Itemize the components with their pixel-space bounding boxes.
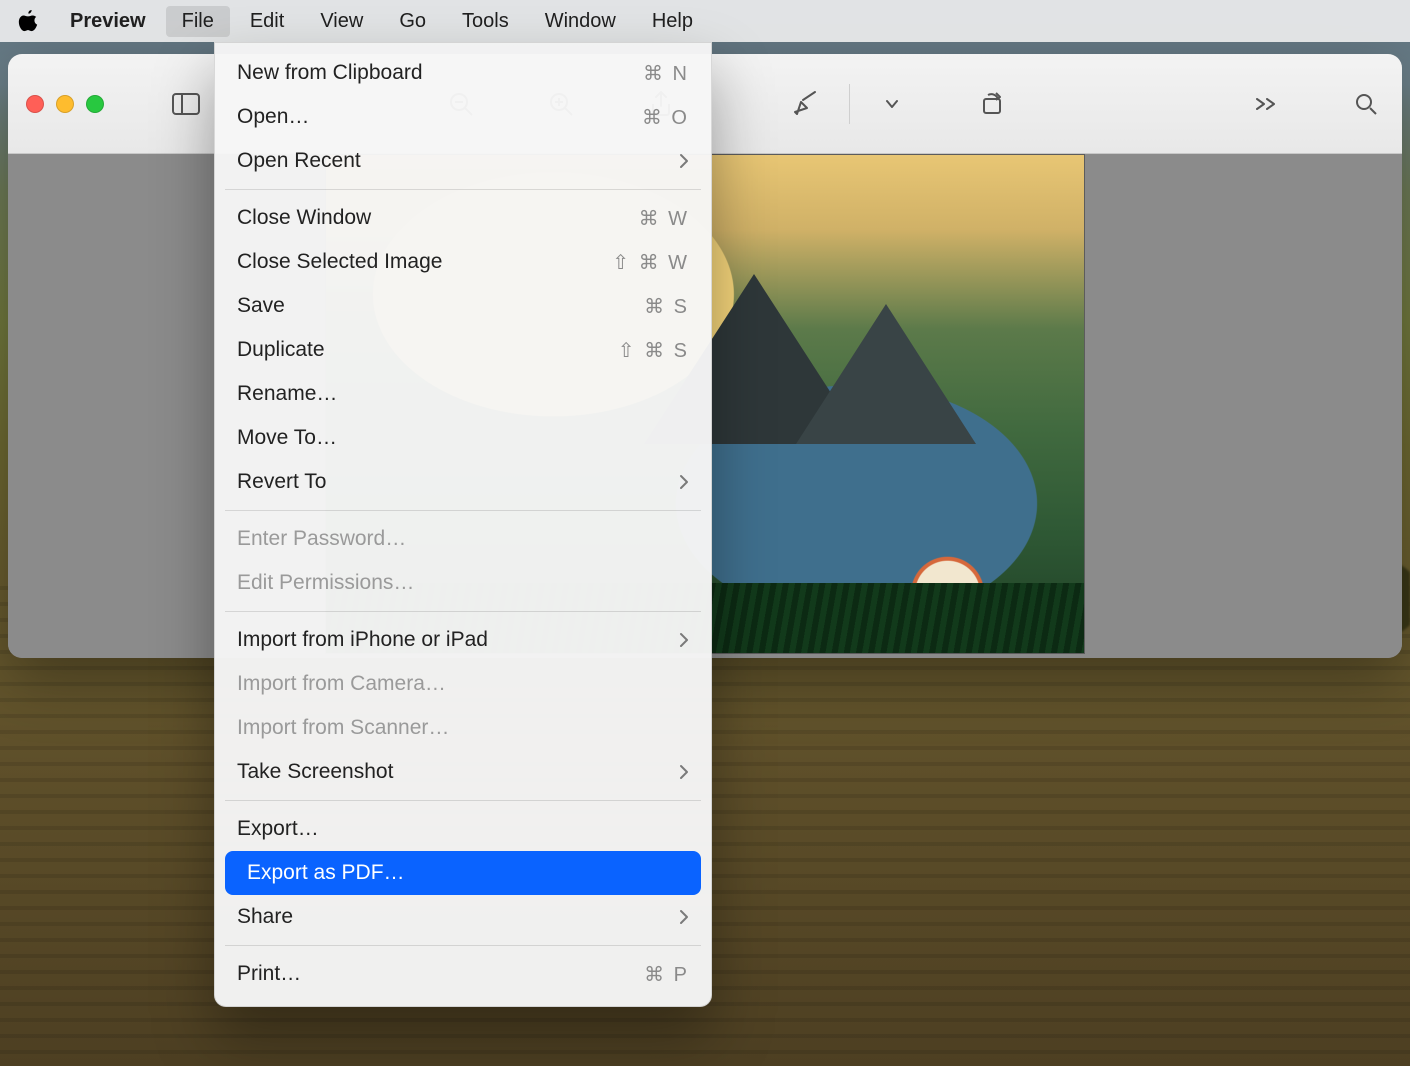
menu-item-edit-permissions: Edit Permissions… <box>215 561 711 605</box>
menubar-item-file[interactable]: File <box>166 6 230 37</box>
menu-item-label: Duplicate <box>237 338 618 362</box>
menu-item-import-from-camera: Import from Camera… <box>215 662 711 706</box>
apple-menu-icon[interactable] <box>16 9 40 33</box>
menu-item-label: Move To… <box>237 426 689 450</box>
menu-item-label: Import from Scanner… <box>237 716 689 740</box>
menu-item-label: Print… <box>237 962 644 986</box>
markup-icon[interactable] <box>789 86 825 122</box>
chevron-down-icon[interactable] <box>874 86 910 122</box>
menu-item-label: Edit Permissions… <box>237 571 689 595</box>
menu-item-label: Import from iPhone or iPad <box>237 628 679 652</box>
menu-item-open-recent[interactable]: Open Recent <box>215 139 711 183</box>
menu-item-label: Close Window <box>237 206 639 230</box>
menu-item-move-to[interactable]: Move To… <box>215 416 711 460</box>
chevron-right-icon <box>679 909 689 925</box>
menu-item-label: Export… <box>237 817 689 841</box>
close-window-button[interactable] <box>26 95 44 113</box>
chevron-right-icon <box>679 764 689 780</box>
menu-item-revert-to[interactable]: Revert To <box>215 460 711 504</box>
menubar-item-edit[interactable]: Edit <box>234 6 300 37</box>
menubar-item-help[interactable]: Help <box>636 6 709 37</box>
menu-item-label: Close Selected Image <box>237 250 612 274</box>
menu-item-open[interactable]: Open…⌘ O <box>215 95 711 139</box>
menu-item-export-as-pdf[interactable]: Export as PDF… <box>225 851 701 895</box>
menu-item-close-selected-image[interactable]: Close Selected Image⇧ ⌘ W <box>215 240 711 284</box>
menu-item-label: Export as PDF… <box>247 861 679 885</box>
menu-item-shortcut: ⌘ P <box>644 962 689 987</box>
menu-item-shortcut: ⌘ S <box>644 294 689 319</box>
menubar-item-go[interactable]: Go <box>383 6 442 37</box>
menu-item-duplicate[interactable]: Duplicate⇧ ⌘ S <box>215 328 711 372</box>
menu-item-label: New from Clipboard <box>237 61 643 85</box>
menu-item-shortcut: ⇧ ⌘ W <box>612 250 689 275</box>
sidebar-icon[interactable] <box>168 86 204 122</box>
menubar: Preview FileEditViewGoToolsWindowHelp <box>0 0 1410 42</box>
search-icon[interactable] <box>1348 86 1384 122</box>
menubar-item-tools[interactable]: Tools <box>446 6 525 37</box>
chevron-right-icon <box>679 474 689 490</box>
menu-item-label: Rename… <box>237 382 689 406</box>
menu-item-rename[interactable]: Rename… <box>215 372 711 416</box>
menu-item-new-from-clipboard[interactable]: New from Clipboard⌘ N <box>215 51 711 95</box>
chevron-right-icon <box>679 632 689 648</box>
rotate-icon[interactable] <box>974 86 1010 122</box>
menu-item-export[interactable]: Export… <box>215 807 711 851</box>
window-controls <box>26 95 104 113</box>
menu-item-shortcut: ⌘ N <box>643 61 689 86</box>
menubar-item-view[interactable]: View <box>304 6 379 37</box>
toolbar-separator <box>849 84 850 124</box>
menu-item-label: Save <box>237 294 644 318</box>
menu-item-close-window[interactable]: Close Window⌘ W <box>215 196 711 240</box>
menu-item-label: Import from Camera… <box>237 672 689 696</box>
menubar-item-window[interactable]: Window <box>529 6 632 37</box>
menu-item-shortcut: ⌘ W <box>639 206 689 231</box>
chevron-right-icon <box>679 153 689 169</box>
menu-item-label: Enter Password… <box>237 527 689 551</box>
menu-item-label: Revert To <box>237 470 679 494</box>
minimize-window-button[interactable] <box>56 95 74 113</box>
menu-item-label: Open… <box>237 105 642 129</box>
menu-item-enter-password: Enter Password… <box>215 517 711 561</box>
menubar-app-name[interactable]: Preview <box>54 6 162 37</box>
menu-item-print[interactable]: Print…⌘ P <box>215 952 711 996</box>
menu-item-import-from-iphone-or-ipad[interactable]: Import from iPhone or iPad <box>215 618 711 662</box>
menu-item-label: Take Screenshot <box>237 760 679 784</box>
zoom-window-button[interactable] <box>86 95 104 113</box>
menu-item-save[interactable]: Save⌘ S <box>215 284 711 328</box>
file-menu: New from Clipboard⌘ NOpen…⌘ OOpen Recent… <box>214 42 712 1007</box>
menu-item-share[interactable]: Share <box>215 895 711 939</box>
more-icon[interactable] <box>1248 86 1284 122</box>
menu-item-shortcut: ⌘ O <box>642 105 689 130</box>
menu-item-label: Open Recent <box>237 149 679 173</box>
menu-item-import-from-scanner: Import from Scanner… <box>215 706 711 750</box>
menu-item-label: Share <box>237 905 679 929</box>
menu-item-shortcut: ⇧ ⌘ S <box>618 338 689 363</box>
menu-item-take-screenshot[interactable]: Take Screenshot <box>215 750 711 794</box>
